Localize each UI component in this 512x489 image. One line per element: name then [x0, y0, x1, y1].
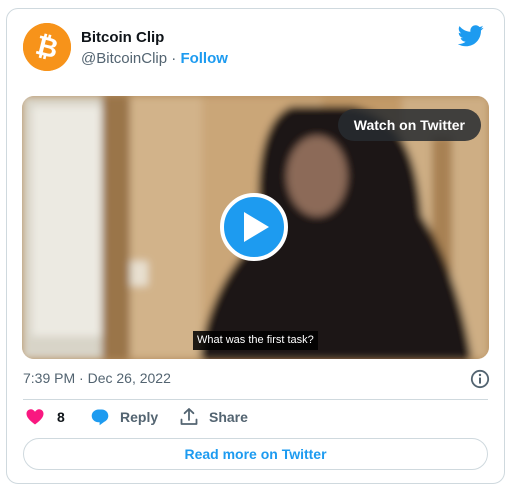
watch-on-twitter-button[interactable]: Watch on Twitter [337, 109, 481, 141]
tweet-timestamp[interactable]: 7:39 PM · Dec 26, 2022 [23, 370, 171, 386]
reply-label: Reply [120, 409, 159, 425]
share-label: Share [209, 409, 248, 425]
tweet-header: ₿ Bitcoin Clip @BitcoinClip · Follow [23, 23, 490, 73]
share-button[interactable]: Share [179, 406, 248, 428]
avatar[interactable]: ₿ [23, 23, 71, 71]
video-player[interactable]: Watch on Twitter What was the first task… [22, 96, 489, 359]
info-icon[interactable] [470, 369, 490, 389]
separator-dot: · [171, 50, 177, 67]
play-button[interactable] [220, 193, 288, 261]
divider [23, 399, 488, 400]
twitter-bird-icon[interactable] [458, 25, 484, 47]
tweet-actions: 8 Reply Share [23, 406, 488, 428]
heart-icon [26, 409, 44, 425]
account-handle-line: @BitcoinClip · Follow [81, 50, 228, 67]
like-button[interactable]: 8 [25, 406, 65, 428]
share-upload-icon [180, 408, 198, 425]
account-handle[interactable]: @BitcoinClip [81, 50, 167, 67]
reply-bubble-icon [91, 409, 109, 426]
account-name[interactable]: Bitcoin Clip [81, 29, 164, 46]
play-icon [244, 212, 269, 242]
follow-link[interactable]: Follow [180, 50, 228, 67]
bitcoin-logo-icon: ₿ [23, 23, 71, 71]
like-count: 8 [57, 409, 65, 425]
read-more-button[interactable]: Read more on Twitter [23, 438, 488, 470]
video-caption: What was the first task? [193, 331, 318, 350]
tweet-embed-card: ₿ Bitcoin Clip @BitcoinClip · Follow Wat… [6, 8, 505, 484]
reply-button[interactable]: Reply [90, 406, 158, 428]
